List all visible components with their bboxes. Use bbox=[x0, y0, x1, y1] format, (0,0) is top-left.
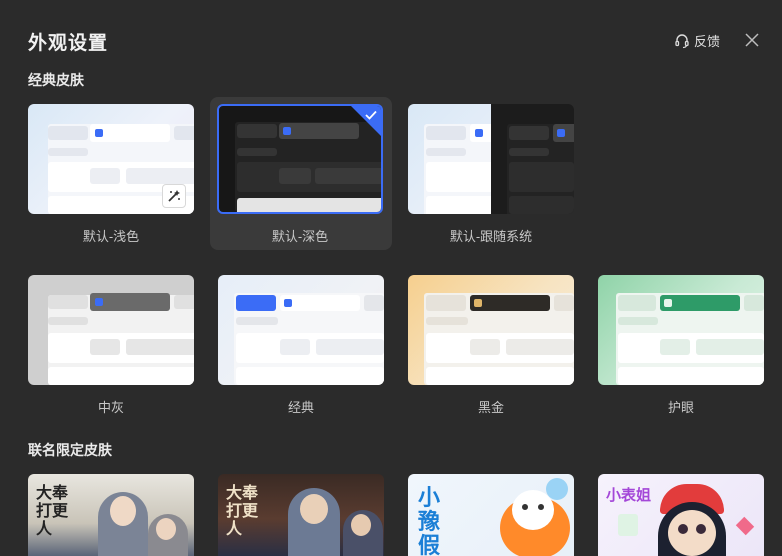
skin-thumbnail bbox=[408, 275, 574, 385]
feedback-label: 反馈 bbox=[694, 34, 721, 49]
headset-icon bbox=[675, 33, 689, 48]
collab-skin-4[interactable]: 小表姐 bbox=[598, 474, 764, 556]
section-title-collab: 联名限定皮肤 bbox=[28, 442, 112, 458]
skin-label: 默认-深色 bbox=[271, 229, 329, 244]
skin-label: 经典 bbox=[287, 400, 314, 415]
skin-thumbnail bbox=[218, 275, 384, 385]
check-icon bbox=[365, 110, 377, 120]
skin-default-dark[interactable]: 默认-深色 bbox=[210, 97, 392, 250]
skin-medium-gray[interactable]: 中灰 bbox=[28, 275, 210, 419]
skin-label: 中灰 bbox=[97, 400, 124, 415]
skin-black-gold[interactable]: 黑金 bbox=[408, 275, 590, 419]
feedback-button[interactable]: 反馈 bbox=[674, 31, 720, 50]
skin-label: 默认-浅色 bbox=[82, 229, 140, 244]
close-icon[interactable] bbox=[743, 31, 761, 49]
skin-label: 黑金 bbox=[477, 400, 504, 415]
collab-title: 大奉打更人 bbox=[226, 483, 259, 538]
skin-thumbnail bbox=[408, 104, 574, 214]
collab-title: 小豫假 bbox=[418, 485, 441, 556]
collab-title: 大奉打更人 bbox=[36, 483, 69, 538]
skin-follow-system[interactable]: 默认-跟随系统 bbox=[408, 104, 590, 248]
section-title-classic: 经典皮肤 bbox=[28, 72, 84, 88]
magic-wand-icon[interactable] bbox=[162, 184, 186, 208]
skin-thumbnail bbox=[28, 104, 194, 214]
collab-title: 小表姐 bbox=[606, 487, 652, 504]
skin-thumbnail bbox=[28, 275, 194, 385]
skin-default-light[interactable]: 默认-浅色 bbox=[28, 104, 210, 248]
page-title: 外观设置 bbox=[28, 33, 109, 54]
collab-skin-3[interactable]: 小豫假 bbox=[408, 474, 574, 556]
skin-classic[interactable]: 经典 bbox=[218, 275, 400, 419]
collab-skin-2[interactable]: 大奉打更人 bbox=[218, 474, 384, 556]
skin-label: 护眼 bbox=[667, 400, 694, 415]
skin-thumbnail bbox=[217, 104, 383, 214]
collab-skin-1[interactable]: 大奉打更人 bbox=[28, 474, 194, 556]
skin-thumbnail bbox=[598, 275, 764, 385]
skin-eye-care[interactable]: 护眼 bbox=[598, 275, 780, 419]
skin-label: 默认-跟随系统 bbox=[449, 229, 533, 244]
